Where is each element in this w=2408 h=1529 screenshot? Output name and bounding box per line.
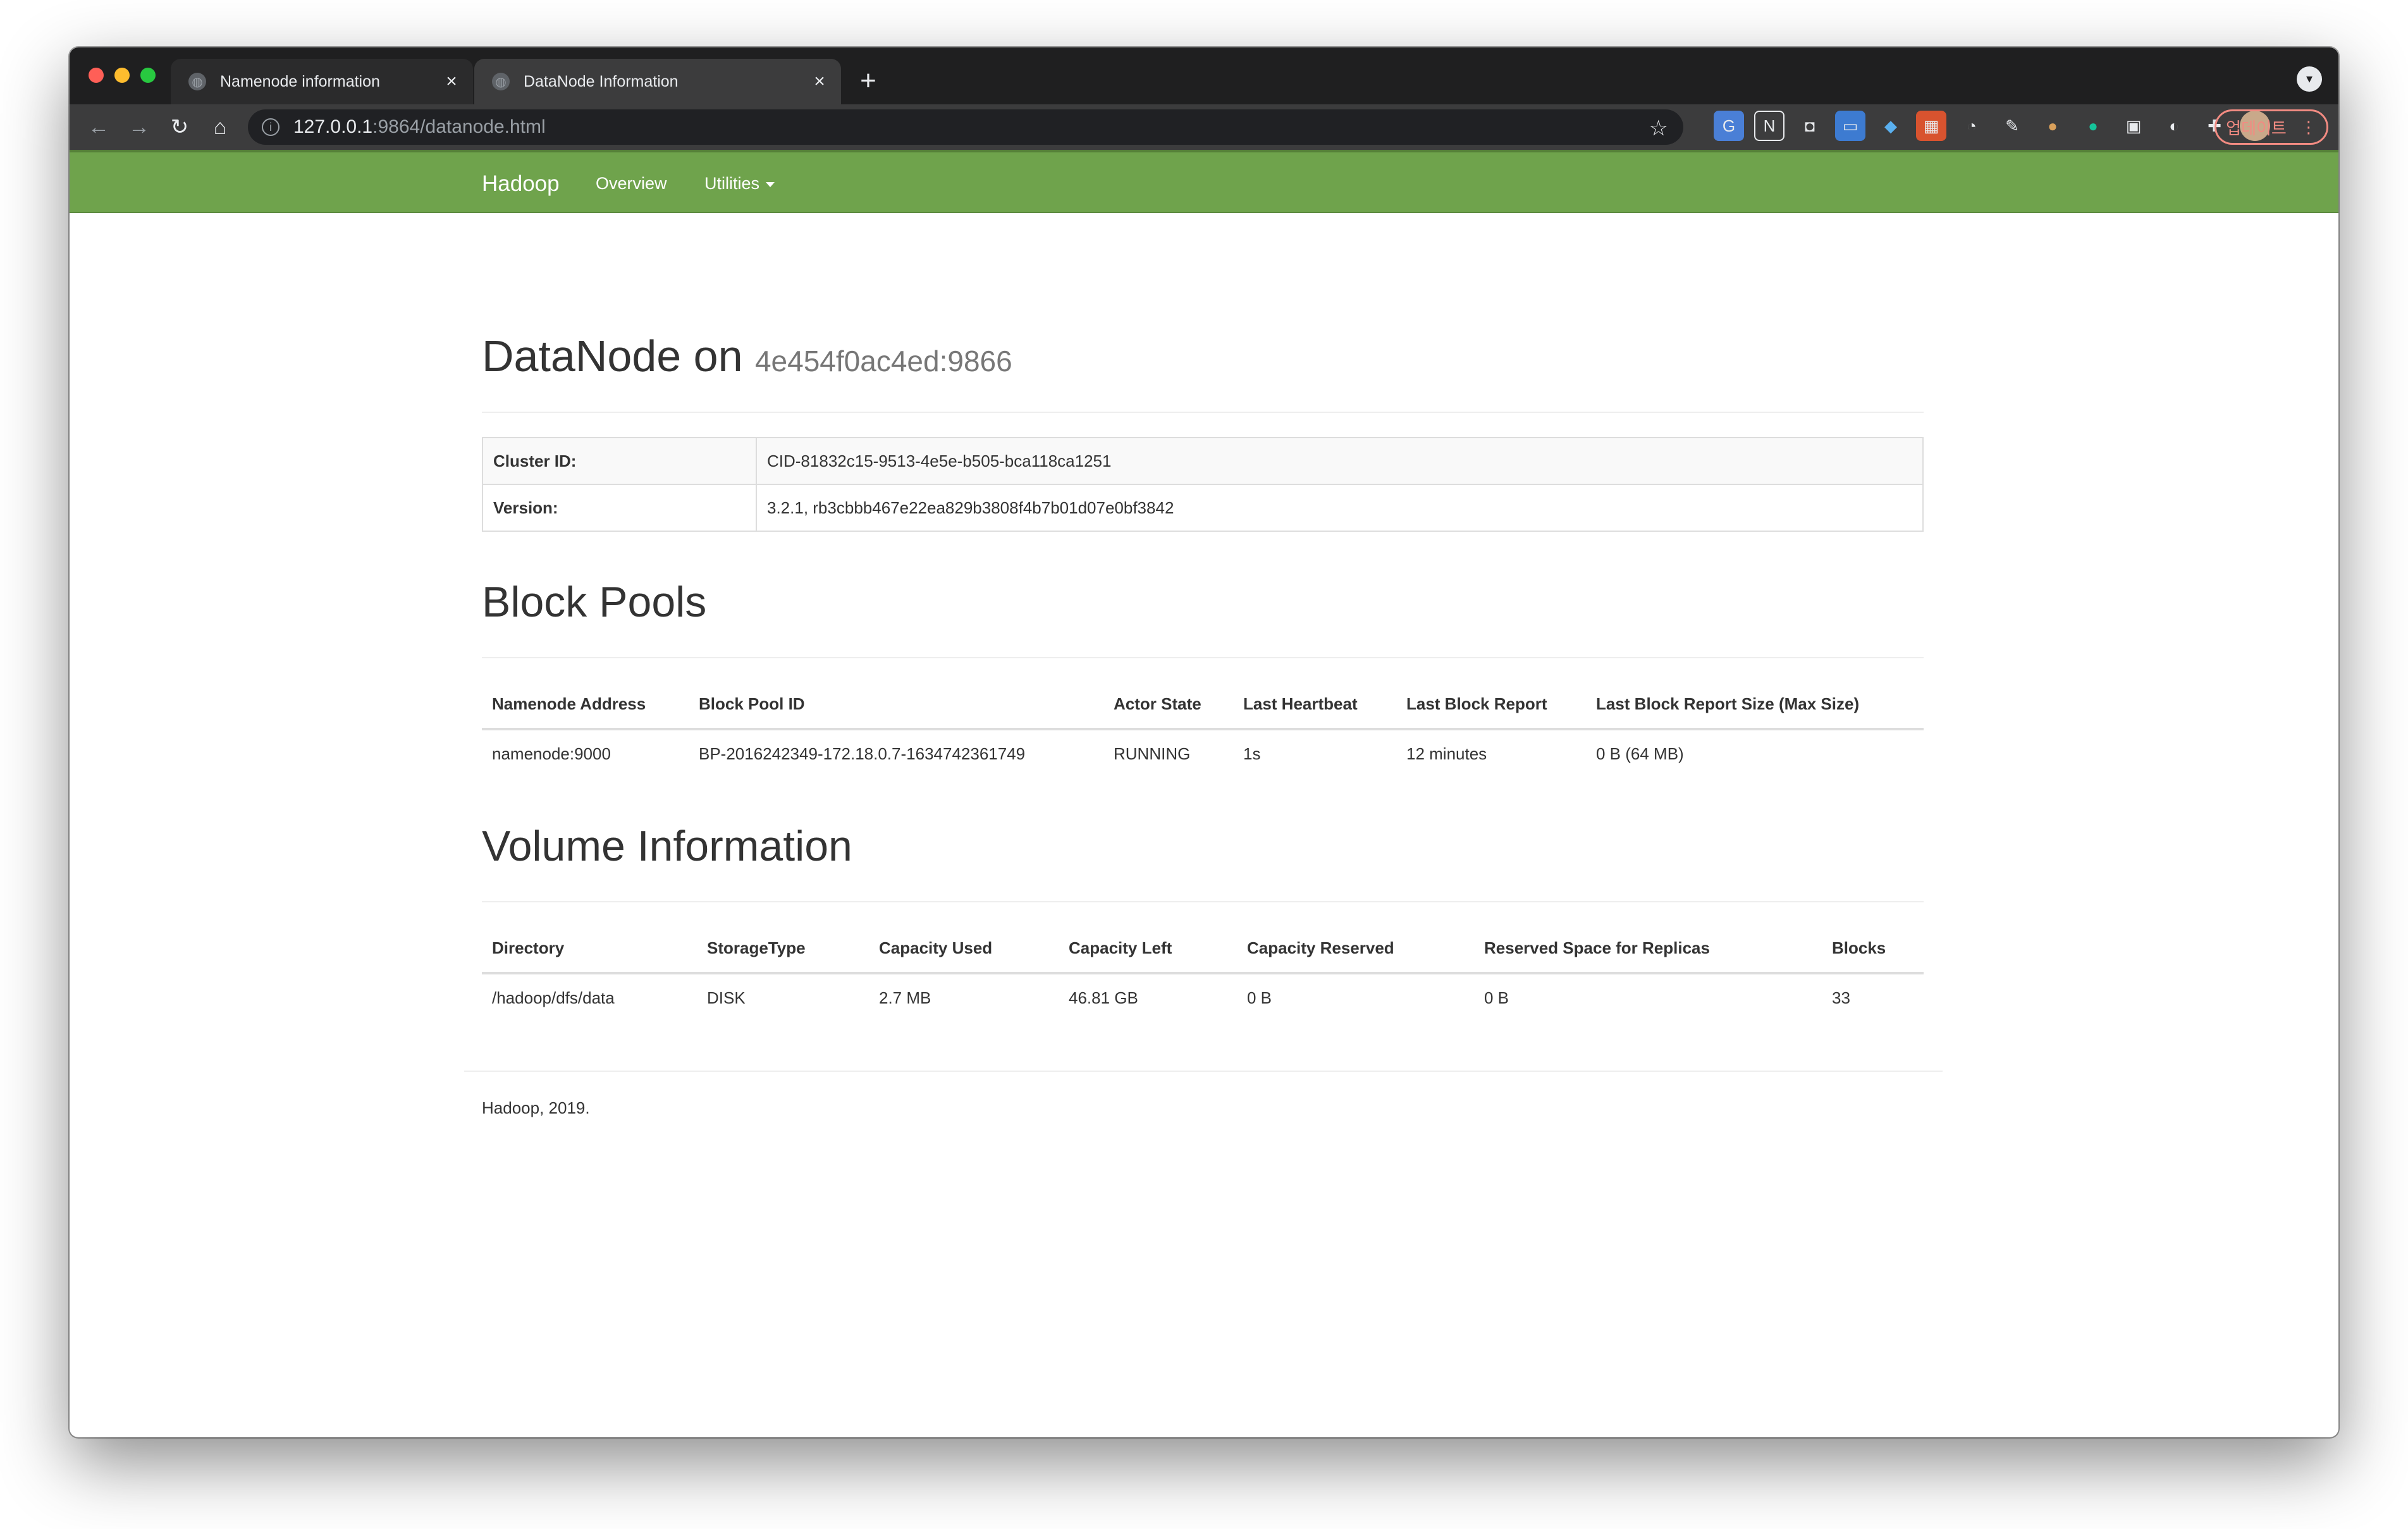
table-cell: namenode:9000 bbox=[492, 744, 611, 763]
tab-title: DataNode Information bbox=[524, 72, 679, 90]
grammarly-extension-icon[interactable]: ● bbox=[2078, 111, 2108, 141]
browser-window: ◍ Namenode information × ◍ DataNode Info… bbox=[70, 47, 2338, 1437]
new-tab-button[interactable]: + bbox=[852, 65, 884, 97]
table-row: namenode:9000 BP-2016242349-172.18.0.7-1… bbox=[482, 729, 1924, 777]
url-host: 127.0.0.1 bbox=[293, 116, 373, 137]
column-header: Directory bbox=[482, 924, 697, 974]
minimize-window-button[interactable] bbox=[114, 68, 130, 83]
more-vert-icon: ⋮ bbox=[2300, 117, 2317, 137]
forward-icon[interactable]: → bbox=[121, 109, 157, 145]
info-key: Cluster ID: bbox=[482, 437, 757, 485]
table-cell: 12 minutes bbox=[1406, 744, 1487, 763]
volume-information-heading: Volume Information bbox=[482, 822, 852, 870]
tab-title: Namenode information bbox=[220, 72, 380, 90]
tab-strip: ◍ Namenode information × ◍ DataNode Info… bbox=[70, 47, 2338, 104]
info-value: 3.2.1, rb3cbbb467e22ea829b3808f4b7b01d07… bbox=[756, 484, 1924, 532]
url-text: 127.0.0.1:9864/datanode.html bbox=[293, 116, 546, 138]
window-extension-icon[interactable]: ▭ bbox=[1835, 111, 1865, 141]
column-header: Reserved Space for Replicas bbox=[1474, 924, 1822, 974]
column-header: Last Block Report Size (Max Size) bbox=[1586, 680, 1924, 730]
table-row: /hadoop/dfs/data DISK 2.7 MB 46.81 GB 0 … bbox=[482, 973, 1924, 1021]
hadoop-navbar: Hadoop Overview Utilities bbox=[70, 150, 2338, 213]
column-header: Last Heartbeat bbox=[1233, 680, 1396, 730]
divider bbox=[482, 657, 1924, 658]
column-header: Capacity Left bbox=[1059, 924, 1237, 974]
column-header: Actor State bbox=[1103, 680, 1233, 730]
reload-icon[interactable]: ↻ bbox=[162, 109, 197, 145]
nav-utilities-dropdown[interactable]: Utilities bbox=[704, 174, 775, 193]
page-title-text: DataNode on bbox=[482, 331, 743, 381]
tab-datanode-information[interactable]: ◍ DataNode Information × bbox=[474, 59, 841, 104]
extensions-bar: G N ◘ ▭ ◆ ▦ ◔ ✎ ● ● ▣ ◐ ✚ bbox=[1714, 111, 2270, 141]
footer-text: Hadoop, 2019. bbox=[482, 1098, 590, 1117]
table-header-row: Namenode Address Block Pool ID Actor Sta… bbox=[482, 680, 1924, 730]
window-controls bbox=[89, 68, 156, 83]
table-cell: /hadoop/dfs/data bbox=[492, 988, 615, 1007]
back-icon[interactable]: ← bbox=[81, 109, 116, 145]
diamond-extension-icon[interactable]: ◆ bbox=[1876, 111, 1906, 141]
navbar-brand[interactable]: Hadoop bbox=[482, 171, 560, 197]
footer-divider bbox=[464, 1071, 1943, 1072]
pen-extension-icon[interactable]: ✎ bbox=[1997, 111, 2027, 141]
column-header: Block Pool ID bbox=[689, 680, 1103, 730]
volume-information-table: Directory StorageType Capacity Used Capa… bbox=[482, 924, 1924, 1021]
tab-close-icon[interactable]: × bbox=[439, 71, 464, 92]
page-title: DataNode on 4e454f0ac4ed:9866 bbox=[482, 331, 1012, 381]
table-cell: DISK bbox=[707, 988, 746, 1007]
table-cell: BP-2016242349-172.18.0.7-1634742361749 bbox=[699, 744, 1026, 763]
gauge-extension-icon[interactable]: ◔ bbox=[1956, 111, 1987, 141]
table-cell: 0 B bbox=[1484, 988, 1509, 1007]
maximize-window-button[interactable] bbox=[140, 68, 156, 83]
translate-extension-icon[interactable]: G bbox=[1714, 111, 1744, 141]
tab-search-icon[interactable]: ▾ bbox=[2297, 66, 2322, 92]
home-icon[interactable]: ⌂ bbox=[202, 109, 238, 145]
update-label: 업데이트 bbox=[2226, 118, 2287, 138]
nav-utilities-label: Utilities bbox=[704, 174, 760, 193]
tab-close-icon[interactable]: × bbox=[807, 71, 832, 92]
table-row: Version: 3.2.1, rb3cbbb467e22ea829b3808f… bbox=[482, 484, 1924, 532]
table-cell: 2.7 MB bbox=[879, 988, 931, 1007]
table-cell: 33 bbox=[1832, 988, 1850, 1007]
info-key: Version: bbox=[482, 484, 757, 532]
chat-extension-icon[interactable]: ▣ bbox=[2118, 111, 2149, 141]
column-header: Namenode Address bbox=[482, 680, 689, 730]
dark-extension-icon[interactable]: ◐ bbox=[2159, 111, 2189, 141]
browser-toolbar: ← → ↻ ⌂ i 127.0.0.1:9864/datanode.html ☆… bbox=[70, 104, 2338, 150]
divider bbox=[482, 412, 1924, 413]
globe-icon: ◍ bbox=[188, 73, 206, 90]
column-header: Blocks bbox=[1822, 924, 1924, 974]
datanode-info-table: Cluster ID: CID-81832c15-9513-4e5e-b505-… bbox=[482, 437, 1924, 532]
table-cell: 0 B (64 MB) bbox=[1596, 744, 1684, 763]
column-header: StorageType bbox=[697, 924, 869, 974]
column-header: Capacity Used bbox=[869, 924, 1059, 974]
info-icon[interactable]: i bbox=[262, 118, 280, 136]
caret-down-icon bbox=[766, 181, 775, 187]
table-cell: 0 B bbox=[1247, 988, 1272, 1007]
cookie-extension-icon[interactable]: ● bbox=[2037, 111, 2068, 141]
colorful-extension-icon[interactable]: ▦ bbox=[1916, 111, 1946, 141]
table-cell: 1s bbox=[1243, 744, 1261, 763]
table-cell: 46.81 GB bbox=[1069, 988, 1138, 1007]
address-bar[interactable]: i 127.0.0.1:9864/datanode.html ☆ bbox=[248, 109, 1683, 145]
camera-extension-icon[interactable]: ◘ bbox=[1795, 111, 1825, 141]
block-pools-heading: Block Pools bbox=[482, 578, 707, 626]
close-window-button[interactable] bbox=[89, 68, 104, 83]
table-header-row: Directory StorageType Capacity Used Capa… bbox=[482, 924, 1924, 974]
tab-namenode-information[interactable]: ◍ Namenode information × bbox=[171, 59, 473, 104]
table-cell: RUNNING bbox=[1114, 744, 1191, 763]
bookmark-star-icon[interactable]: ☆ bbox=[1649, 116, 1668, 141]
page-title-host: 4e454f0ac4ed:9866 bbox=[754, 345, 1012, 378]
block-pools-table: Namenode Address Block Pool ID Actor Sta… bbox=[482, 680, 1924, 777]
update-button[interactable]: 업데이트 ⋮ bbox=[2214, 109, 2328, 145]
info-value: CID-81832c15-9513-4e5e-b505-bca118ca1251 bbox=[756, 437, 1924, 485]
divider bbox=[482, 901, 1924, 902]
url-path: :9864/datanode.html bbox=[372, 116, 546, 137]
column-header: Capacity Reserved bbox=[1237, 924, 1474, 974]
globe-icon: ◍ bbox=[492, 73, 510, 90]
notion-extension-icon[interactable]: N bbox=[1754, 111, 1784, 141]
column-header: Last Block Report bbox=[1396, 680, 1586, 730]
table-row: Cluster ID: CID-81832c15-9513-4e5e-b505-… bbox=[482, 437, 1924, 485]
nav-overview-link[interactable]: Overview bbox=[596, 174, 667, 193]
